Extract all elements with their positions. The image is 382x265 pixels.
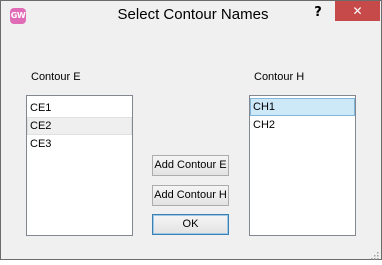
- resize-grip-icon[interactable]: [369, 247, 379, 260]
- close-button[interactable]: ✕: [335, 1, 380, 21]
- dialog-window: GW Select Contour Names ? ✕ Contour E CE…: [0, 0, 382, 260]
- close-icon: ✕: [352, 4, 363, 18]
- list-item-ce1[interactable]: CE1: [27, 99, 132, 117]
- help-button[interactable]: ?: [306, 3, 330, 23]
- contour-h-list[interactable]: CH1 CH2: [249, 95, 356, 236]
- contour-e-list[interactable]: CE1 CE2 CE3: [26, 95, 133, 236]
- add-contour-e-button[interactable]: Add Contour E: [152, 155, 229, 176]
- ok-button[interactable]: OK: [152, 214, 229, 235]
- list-item-ch2[interactable]: CH2: [250, 116, 355, 134]
- title-bar[interactable]: GW Select Contour Names ? ✕: [1, 1, 381, 31]
- contour-e-label: Contour E: [31, 71, 81, 83]
- list-item-ch1[interactable]: CH1: [250, 98, 355, 116]
- add-contour-h-button[interactable]: Add Contour H: [152, 185, 229, 206]
- app-icon: GW: [10, 8, 26, 24]
- list-item-ce3[interactable]: CE3: [27, 135, 132, 153]
- list-item-ce2[interactable]: CE2: [27, 117, 132, 135]
- dialog-content: Contour E CE1 CE2 CE3 Add Contour E Add …: [9, 31, 373, 251]
- contour-h-label: Contour H: [254, 71, 305, 83]
- window-title: Select Contour Names: [117, 6, 269, 23]
